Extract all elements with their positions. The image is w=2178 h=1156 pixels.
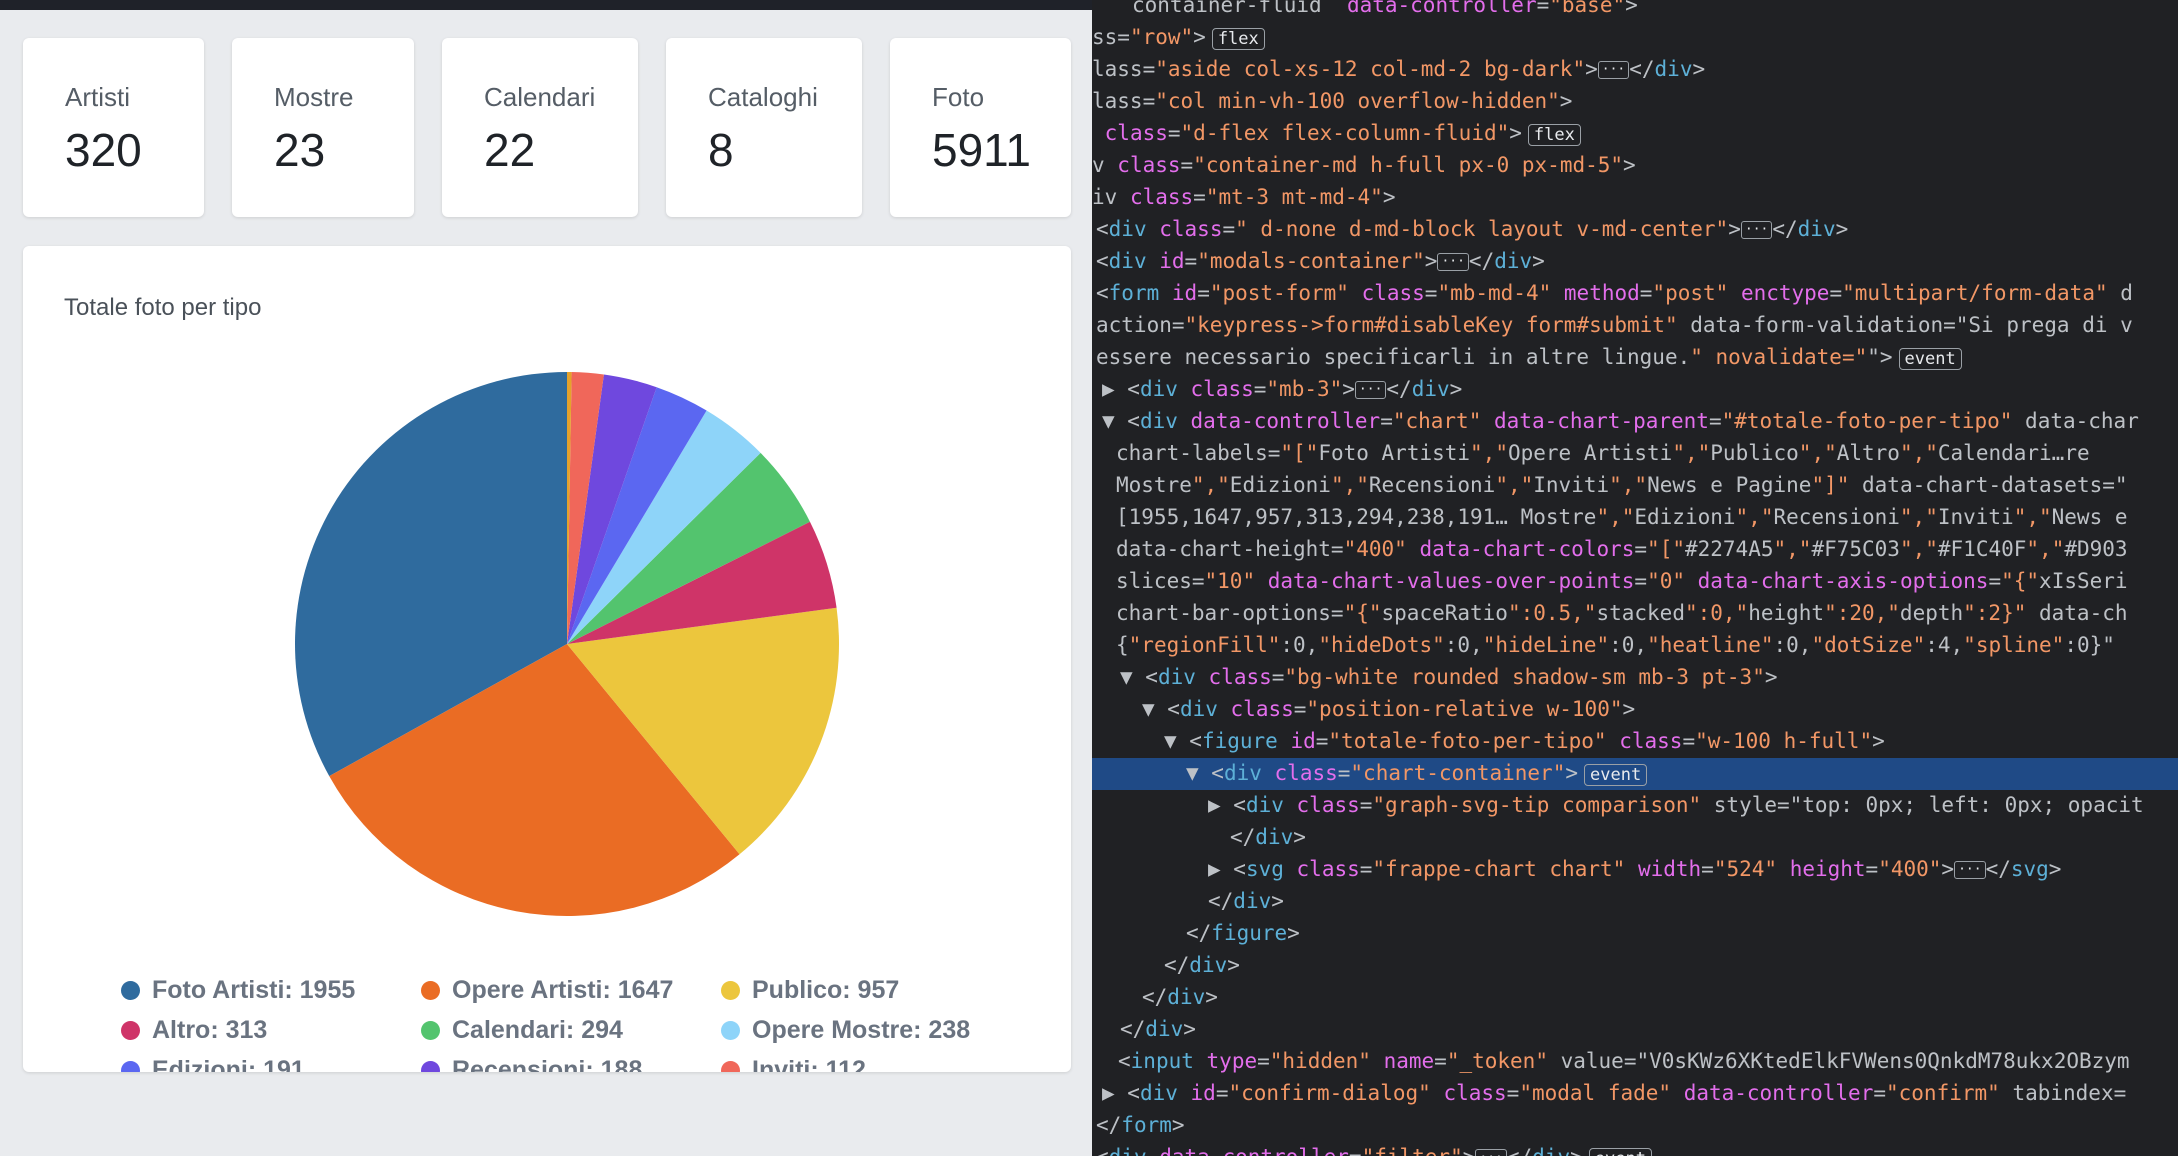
legend-item-calendari: Calendari: 294: [421, 1016, 623, 1045]
legend-item-foto-artisti: Foto Artisti: 1955: [121, 976, 355, 1005]
stat-label: Cataloghi: [708, 82, 818, 112]
stat-value: 5911: [932, 124, 1031, 176]
dom-tree-line[interactable]: <div id="modals-container"> ··· </div>: [1092, 246, 2178, 278]
dom-tree-line[interactable]: </div>: [1092, 950, 2178, 982]
legend-item-edizioni: Edizioni: 191: [121, 1056, 305, 1072]
dom-tree-line[interactable]: ▼ <div data-controller="chart" data-char…: [1092, 406, 2178, 438]
dom-tree-line[interactable]: ▶ <svg class="frappe-chart chart" width=…: [1092, 854, 2178, 886]
dom-tree-line[interactable]: Mostre","Edizioni","Recensioni","Inviti"…: [1092, 470, 2178, 502]
legend-dot: [121, 1061, 140, 1072]
dom-tree-line[interactable]: ▶ <div class="mb-3"> ··· </div>: [1092, 374, 2178, 406]
legend-dot: [721, 1061, 740, 1072]
dom-tree-line[interactable]: </figure>: [1092, 918, 2178, 950]
legend-dot: [421, 1021, 440, 1040]
stat-card-cataloghi[interactable]: Cataloghi 8: [666, 38, 862, 217]
legend-item-recensioni: Recensioni: 188: [421, 1056, 642, 1072]
dom-tree-line[interactable]: <div class=" d-none d-md-block layout v-…: [1092, 214, 2178, 246]
dom-tree-line[interactable]: </div>: [1092, 1014, 2178, 1046]
dom-tree-line[interactable]: ▼ <div class="position-relative w-100">: [1092, 694, 2178, 726]
legend-label: Edizioni: 191: [152, 1056, 305, 1072]
dom-tree-line[interactable]: chart-labels="["Foto Artisti","Opere Art…: [1092, 438, 2178, 470]
top-bar: [0, 0, 1092, 10]
dom-tree-line[interactable]: iv class="mt-3 mt-md-4">: [1092, 182, 2178, 214]
dom-tree-line[interactable]: class="d-flex flex-column-fluid"> flex: [1092, 118, 2178, 150]
dashboard-pane: Artisti 320 Mostre 23 Calendari 22 Catal…: [0, 0, 1092, 1156]
legend-dot: [721, 981, 740, 1000]
dom-tree-line[interactable]: <input type="hidden" name="_token" value…: [1092, 1046, 2178, 1078]
dom-tree-line[interactable]: ▶ <div class="graph-svg-tip comparison" …: [1092, 790, 2178, 822]
dom-tree-line[interactable]: ss="row"> flex: [1092, 22, 2178, 54]
stat-label: Mostre: [274, 82, 354, 112]
dom-tree-line[interactable]: v class="container-md h-full px-0 px-md-…: [1092, 150, 2178, 182]
stat-label: Calendari: [484, 82, 596, 112]
devtools-elements-panel: container-fluid data-controller="base"> s…: [1092, 0, 2178, 1156]
dom-tree-line[interactable]: [1955,1647,957,313,294,238,191… Mostre",…: [1092, 502, 2178, 534]
stat-card-calendari[interactable]: Calendari 22: [442, 38, 638, 217]
dom-tree-line[interactable]: chart-bar-options="{"spaceRatio":0.5,"st…: [1092, 598, 2178, 630]
stat-label: Foto: [932, 82, 985, 112]
dom-tree-line[interactable]: ▼ <figure id="totale-foto-per-tipo" clas…: [1092, 726, 2178, 758]
pie-chart: [294, 372, 839, 916]
dom-tree-line[interactable]: lass="col min-vh-100 overflow-hidden">: [1092, 86, 2178, 118]
dom-tree-line[interactable]: ▼ <div class="bg-white rounded shadow-sm…: [1092, 662, 2178, 694]
dom-tree-line[interactable]: {"regionFill":0,"hideDots":0,"hideLine":…: [1092, 630, 2178, 662]
stat-value: 8: [708, 124, 734, 176]
legend-label: Recensioni: 188: [452, 1056, 643, 1072]
legend-label: Foto Artisti: 1955: [152, 976, 356, 1004]
legend-dot: [421, 1061, 440, 1072]
dom-tree-line[interactable]: <div data-controller="filter">···</div>e…: [1092, 1142, 2178, 1156]
stat-label: Artisti: [65, 82, 130, 112]
legend-label: Inviti: 112: [752, 1056, 866, 1072]
legend-dot: [721, 1021, 740, 1040]
stat-value: 22: [484, 124, 536, 176]
stat-card-artisti[interactable]: Artisti 320: [23, 38, 204, 217]
dom-tree-line[interactable]: data-chart-height="400" data-chart-color…: [1092, 534, 2178, 566]
dom-tree-line[interactable]: container-fluid data-controller="base">: [1092, 0, 2178, 22]
legend-dot: [121, 1021, 140, 1040]
legend-item-altro: Altro: 313: [121, 1016, 267, 1045]
legend-item-inviti: Inviti: 112: [721, 1056, 866, 1072]
dom-tree-line[interactable]: </div>: [1092, 886, 2178, 918]
stat-value: 320: [65, 124, 142, 176]
dom-tree-line[interactable]: essere necessario specificarli in altre …: [1092, 342, 2178, 374]
dom-tree-line[interactable]: slices="10" data-chart-values-over-point…: [1092, 566, 2178, 598]
legend-label: Calendari: 294: [452, 1016, 623, 1044]
dom-tree-line[interactable]: lass="aside col-xs-12 col-md-2 bg-dark">…: [1092, 54, 2178, 86]
legend-item-opere-mostre: Opere Mostre: 238: [721, 1016, 970, 1045]
stat-card-mostre[interactable]: Mostre 23: [232, 38, 414, 217]
legend-dot: [421, 981, 440, 1000]
legend-dot: [121, 981, 140, 1000]
stat-card-foto[interactable]: Foto 5911: [890, 38, 1071, 217]
chart-card: Totale foto per tipo Foto Artisti: 1955 …: [23, 246, 1071, 1072]
screenshot-root: Artisti 320 Mostre 23 Calendari 22 Catal…: [0, 0, 2178, 1156]
legend-item-opere-artisti: Opere Artisti: 1647: [421, 976, 673, 1005]
legend-label: Altro: 313: [152, 1016, 268, 1044]
legend-label: Publico: 957: [752, 976, 900, 1004]
dom-tree-line[interactable]: ▼ <div class="chart-container"> event: [1092, 758, 2178, 790]
dom-tree-line[interactable]: action="keypress->form#disableKey form#s…: [1092, 310, 2178, 342]
legend-label: Opere Mostre: 238: [752, 1016, 971, 1044]
legend-item-publico: Publico: 957: [721, 976, 899, 1005]
dom-tree-line[interactable]: <form id="post-form" class="mb-md-4" met…: [1092, 278, 2178, 310]
dom-tree-line[interactable]: </form>: [1092, 1110, 2178, 1142]
dom-tree-line[interactable]: </div>: [1092, 822, 2178, 854]
dom-tree-line[interactable]: </div>: [1092, 982, 2178, 1014]
dom-tree-line[interactable]: ▶ <div id="confirm-dialog" class="modal …: [1092, 1078, 2178, 1110]
stat-value: 23: [274, 124, 326, 176]
legend-label: Opere Artisti: 1647: [452, 976, 674, 1004]
